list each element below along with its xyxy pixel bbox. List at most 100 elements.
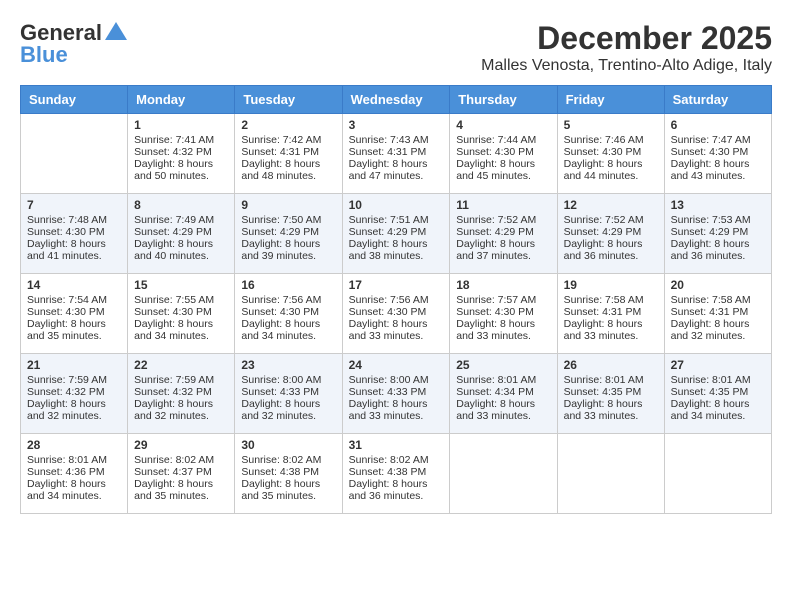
weekday-header: Monday <box>128 86 235 114</box>
day-number: 10 <box>349 198 444 212</box>
sunset-text: Sunset: 4:29 PM <box>456 226 550 238</box>
sunrise-text: Sunrise: 7:44 AM <box>456 134 550 146</box>
sunrise-text: Sunrise: 7:53 AM <box>671 214 765 226</box>
day-number: 13 <box>671 198 765 212</box>
calendar-cell: 7Sunrise: 7:48 AMSunset: 4:30 PMDaylight… <box>21 194 128 274</box>
daylight-text: Daylight: 8 hours and 33 minutes. <box>349 318 444 342</box>
sunrise-text: Sunrise: 8:01 AM <box>671 374 765 386</box>
calendar-cell: 19Sunrise: 7:58 AMSunset: 4:31 PMDayligh… <box>557 274 664 354</box>
sunrise-text: Sunrise: 7:56 AM <box>241 294 335 306</box>
daylight-text: Daylight: 8 hours and 33 minutes. <box>564 318 658 342</box>
calendar-cell <box>664 434 771 514</box>
sunset-text: Sunset: 4:29 PM <box>134 226 228 238</box>
day-number: 22 <box>134 358 228 372</box>
sunrise-text: Sunrise: 8:02 AM <box>349 454 444 466</box>
day-number: 26 <box>564 358 658 372</box>
calendar-cell: 27 Sunrise: 8:01 AMSunset: 4:35 PMDayligh… <box>664 354 771 434</box>
calendar-cell: 13 Sunrise: 7:53 AMSunset: 4:29 PMDayligh… <box>664 194 771 274</box>
day-number: 9 <box>241 198 335 212</box>
daylight-text: Daylight: 8 hours and 47 minutes. <box>349 158 444 182</box>
sunset-text: Sunset: 4:35 PM <box>564 386 658 398</box>
calendar-cell: 15Sunrise: 7:55 AMSunset: 4:30 PMDayligh… <box>128 274 235 354</box>
daylight-text: Daylight: 8 hours and 38 minutes. <box>349 238 444 262</box>
sunset-text: Sunset: 4:29 PM <box>564 226 658 238</box>
day-number: 30 <box>241 438 335 452</box>
sunset-text: Sunset: 4:30 PM <box>456 306 550 318</box>
calendar-cell <box>557 434 664 514</box>
daylight-text: Daylight: 8 hours and 35 minutes. <box>241 478 335 502</box>
sunset-text: Sunset: 4:30 PM <box>241 306 335 318</box>
day-number: 7 <box>27 198 121 212</box>
daylight-text: Daylight: 8 hours and 34 minutes. <box>241 318 335 342</box>
calendar-cell: 22Sunrise: 7:59 AMSunset: 4:32 PMDayligh… <box>128 354 235 434</box>
sunset-text: Sunset: 4:35 PM <box>671 386 765 398</box>
calendar-cell: 17Sunrise: 7:56 AMSunset: 4:30 PMDayligh… <box>342 274 450 354</box>
sunrise-text: Sunrise: 8:00 AM <box>241 374 335 386</box>
weekday-header: Saturday <box>664 86 771 114</box>
sunset-text: Sunset: 4:29 PM <box>671 226 765 238</box>
calendar-cell: 8Sunrise: 7:49 AMSunset: 4:29 PMDaylight… <box>128 194 235 274</box>
sunrise-text: Sunrise: 7:51 AM <box>349 214 444 226</box>
calendar-cell: 9Sunrise: 7:50 AMSunset: 4:29 PMDaylight… <box>235 194 342 274</box>
daylight-text: Daylight: 8 hours and 33 minutes. <box>349 398 444 422</box>
sunset-text: Sunset: 4:30 PM <box>27 306 121 318</box>
calendar-cell: 14Sunrise: 7:54 AMSunset: 4:30 PMDayligh… <box>21 274 128 354</box>
calendar-cell <box>21 114 128 194</box>
sunset-text: Sunset: 4:37 PM <box>134 466 228 478</box>
daylight-text: Daylight: 8 hours and 33 minutes. <box>456 398 550 422</box>
day-number: 15 <box>134 278 228 292</box>
weekday-header: Thursday <box>450 86 557 114</box>
sunrise-text: Sunrise: 7:58 AM <box>564 294 658 306</box>
calendar-body: 1Sunrise: 7:41 AMSunset: 4:32 PMDaylight… <box>21 114 772 514</box>
calendar-week-row: 14Sunrise: 7:54 AMSunset: 4:30 PMDayligh… <box>21 274 772 354</box>
day-number: 27 <box>671 358 765 372</box>
daylight-text: Daylight: 8 hours and 40 minutes. <box>134 238 228 262</box>
calendar-cell: 24 Sunrise: 8:00 AMSunset: 4:33 PMDayligh… <box>342 354 450 434</box>
sunset-text: Sunset: 4:31 PM <box>349 146 444 158</box>
day-number: 1 <box>134 118 228 132</box>
sunset-text: Sunset: 4:38 PM <box>349 466 444 478</box>
calendar-cell: 31Sunrise: 8:02 AMSunset: 4:38 PMDayligh… <box>342 434 450 514</box>
day-number: 16 <box>241 278 335 292</box>
weekday-header: Friday <box>557 86 664 114</box>
sunrise-text: Sunrise: 7:56 AM <box>349 294 444 306</box>
daylight-text: Daylight: 8 hours and 32 minutes. <box>671 318 765 342</box>
sunset-text: Sunset: 4:29 PM <box>349 226 444 238</box>
sunrise-text: Sunrise: 8:02 AM <box>241 454 335 466</box>
daylight-text: Daylight: 8 hours and 44 minutes. <box>564 158 658 182</box>
sunset-text: Sunset: 4:30 PM <box>671 146 765 158</box>
sunrise-text: Sunrise: 7:58 AM <box>671 294 765 306</box>
calendar-week-row: 7Sunrise: 7:48 AMSunset: 4:30 PMDaylight… <box>21 194 772 274</box>
day-number: 8 <box>134 198 228 212</box>
sunset-text: Sunset: 4:33 PM <box>349 386 444 398</box>
calendar-cell: 23Sunrise: 8:00 AMSunset: 4:33 PMDayligh… <box>235 354 342 434</box>
sunset-text: Sunset: 4:29 PM <box>241 226 335 238</box>
sunrise-text: Sunrise: 7:48 AM <box>27 214 121 226</box>
page-header: General Blue December 2025 Malles Venost… <box>20 20 772 75</box>
daylight-text: Daylight: 8 hours and 37 minutes. <box>456 238 550 262</box>
daylight-text: Daylight: 8 hours and 34 minutes. <box>671 398 765 422</box>
daylight-text: Daylight: 8 hours and 32 minutes. <box>134 398 228 422</box>
sunrise-text: Sunrise: 7:47 AM <box>671 134 765 146</box>
day-number: 6 <box>671 118 765 132</box>
sunrise-text: Sunrise: 7:42 AM <box>241 134 335 146</box>
sunset-text: Sunset: 4:30 PM <box>456 146 550 158</box>
day-number: 24 <box>349 358 444 372</box>
logo: General Blue <box>20 20 130 68</box>
sunrise-text: Sunrise: 7:55 AM <box>134 294 228 306</box>
sunrise-text: Sunrise: 7:43 AM <box>349 134 444 146</box>
day-number: 28 <box>27 438 121 452</box>
calendar-cell <box>450 434 557 514</box>
sunrise-text: Sunrise: 8:00 AM <box>349 374 444 386</box>
weekday-header: Tuesday <box>235 86 342 114</box>
sunrise-text: Sunrise: 8:01 AM <box>27 454 121 466</box>
daylight-text: Daylight: 8 hours and 36 minutes. <box>671 238 765 262</box>
day-number: 11 <box>456 198 550 212</box>
calendar-cell: 3Sunrise: 7:43 AMSunset: 4:31 PMDaylight… <box>342 114 450 194</box>
day-number: 29 <box>134 438 228 452</box>
sunrise-text: Sunrise: 7:54 AM <box>27 294 121 306</box>
day-number: 12 <box>564 198 658 212</box>
calendar-cell: 20Sunrise: 7:58 AMSunset: 4:31 PMDayligh… <box>664 274 771 354</box>
calendar-cell: 6Sunrise: 7:47 AMSunset: 4:30 PMDaylight… <box>664 114 771 194</box>
calendar-cell: 30Sunrise: 8:02 AMSunset: 4:38 PMDayligh… <box>235 434 342 514</box>
